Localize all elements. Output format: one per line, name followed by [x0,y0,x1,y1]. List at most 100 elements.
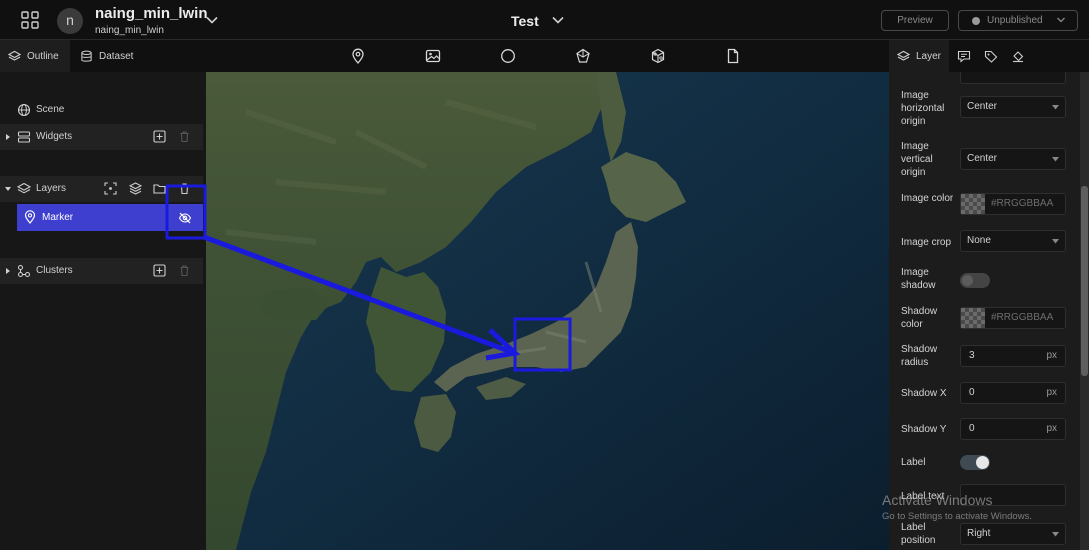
outline-item-scene[interactable]: Scene [0,97,203,123]
unit-label: px [1046,387,1057,398]
top-bar: n naing_min_lwin naing_min_lwin Test Pre… [0,0,1089,40]
workspace-user: naing_min_lwin [95,25,164,36]
color-swatch[interactable] [961,308,985,328]
model-icon[interactable] [650,48,666,64]
chevron-down-icon [1057,17,1065,23]
chevron-down-icon [1052,105,1059,110]
unit-label: px [1046,423,1057,434]
chevron-down-icon[interactable] [205,13,219,27]
chevron-down-icon [1052,532,1059,537]
image-icon[interactable] [425,48,441,64]
outline-item-label: Widgets [36,131,73,142]
focus-icon[interactable] [104,182,117,195]
input-value: 3 [969,350,975,361]
cluster-icon [17,264,31,278]
prop-label: Shadow radius [901,344,938,368]
image-shadow-toggle[interactable] [960,273,990,288]
tab-layer[interactable]: Layer [889,40,949,72]
infobox-icon[interactable] [957,50,971,63]
map-toolbar [206,40,889,72]
tab-dataset-label: Dataset [99,50,134,62]
avatar[interactable]: n [57,8,83,34]
preview-button[interactable]: Preview [881,10,949,31]
layer-item-marker[interactable]: Marker [17,204,203,231]
folder-icon[interactable] [153,182,166,195]
trash-icon[interactable] [178,182,191,195]
input-value: 0 [969,387,975,398]
caret-right-icon[interactable] [5,267,11,275]
shadow-y-input[interactable]: 0 px [960,418,1066,440]
tab-outline[interactable]: Outline [0,40,70,72]
image-vertical-origin-select[interactable]: Center [960,148,1066,170]
add-icon[interactable] [153,130,166,143]
tab-dataset[interactable]: Dataset [72,40,144,72]
chevron-down-icon [1052,157,1059,162]
outline-item-clusters[interactable]: Clusters [0,258,203,284]
shadow-radius-input[interactable]: 3 px [960,345,1066,367]
properties-tabs: Layer [889,40,1089,72]
file-icon[interactable] [725,48,741,64]
select-value: None [967,235,991,246]
prop-label: Image color [901,193,954,204]
outline-item-widgets[interactable]: Widgets [0,124,203,150]
tag-icon[interactable] [984,50,998,63]
widgets-icon [17,131,31,143]
shadow-x-input[interactable]: 0 px [960,382,1066,404]
left-panel-tabs: Outline Dataset [0,40,206,72]
map-pin-icon[interactable] [350,48,366,64]
project-title[interactable]: Test [511,13,539,29]
toggle-knob [962,275,973,286]
outline-panel: Scene Widgets Layers Marker Clusters [0,72,206,550]
chevron-down-icon[interactable] [551,13,565,27]
add-icon[interactable] [153,264,166,277]
caret-down-icon[interactable] [5,185,11,193]
status-dot [972,17,980,25]
color-placeholder: #RRGGBBAA [991,312,1054,323]
prop-label: Image vertical origin [901,141,933,178]
prop-label: Label [901,457,926,468]
caret-right-icon[interactable] [5,133,11,141]
cut-off-select[interactable] [960,72,1066,84]
layers-icon [17,182,31,194]
trash-icon[interactable] [178,264,191,277]
properties-panel: Image horizontal origin Center Image ver… [889,72,1089,550]
publish-status-button[interactable]: Unpublished [958,10,1078,31]
map-pin-icon [24,210,36,224]
eye-off-icon[interactable] [178,211,192,225]
select-value: Right [967,528,991,539]
publish-status-label: Unpublished [987,15,1043,26]
tab-outline-label: Outline [27,50,59,62]
select-value: Center [967,101,998,112]
prop-label: Image shadow [901,267,936,291]
layers-icon [897,50,910,61]
image-crop-select[interactable]: None [960,230,1066,252]
activation-watermark-text: Go to Settings to activate Windows. [882,511,1032,522]
shadow-color-field[interactable]: #RRGGBBAA [960,307,1066,329]
trash-icon[interactable] [178,130,191,143]
database-icon [81,50,92,62]
workspace-name[interactable]: naing_min_lwin [95,5,208,22]
apps-grid-icon[interactable] [20,10,40,30]
paint-bucket-icon[interactable] [1011,50,1025,63]
outline-item-layers[interactable]: Layers [0,176,203,202]
color-placeholder: #RRGGBBAA [991,198,1054,209]
globe-icon [17,103,31,117]
prop-label: Image crop [901,237,952,248]
map-viewport[interactable] [206,72,889,550]
chevron-down-icon [1052,239,1059,244]
polygon-3d-icon[interactable] [575,48,591,64]
circle-icon[interactable] [500,48,516,64]
layer-stack-icon[interactable] [129,182,142,195]
outline-item-label: Scene [36,104,65,115]
scrollbar-thumb[interactable] [1081,186,1088,376]
image-color-field[interactable]: #RRGGBBAA [960,193,1066,215]
select-value: Center [967,153,998,164]
satellite-map [206,72,889,550]
label-position-select[interactable]: Right [960,523,1066,545]
label-toggle[interactable] [960,455,990,470]
color-swatch[interactable] [961,194,985,214]
outline-item-label: Clusters [36,265,73,276]
image-horizontal-origin-select[interactable]: Center [960,96,1066,118]
layers-icon [8,50,21,61]
activation-watermark-title: Activate Windows [882,492,993,508]
